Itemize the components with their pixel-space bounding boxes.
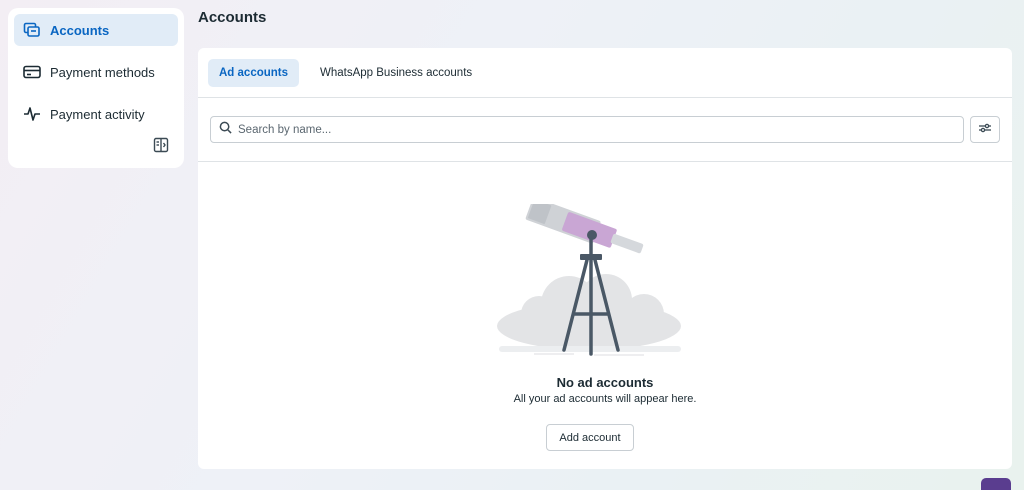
tab-ad-accounts[interactable]: Ad accounts [208,58,300,87]
tab-whatsapp-business-accounts[interactable]: WhatsApp Business accounts [309,59,483,87]
empty-state: No ad accounts All your ad accounts will… [198,162,1012,467]
sliders-icon [978,121,992,139]
sidebar-item-label: Payment activity [50,106,145,122]
sidebar-item-accounts[interactable]: Accounts [14,14,178,46]
search-icon [219,121,232,139]
add-account-button[interactable]: Add account [546,424,634,451]
sidebar-item-payment-activity[interactable]: Payment activity [14,98,178,130]
credit-card-icon [22,62,42,82]
collapse-sidebar-button[interactable] [152,137,170,158]
telescope-illustration [494,197,686,367]
sidebar-item-label: Payment methods [50,64,155,80]
sidebar-item-label: Accounts [50,22,110,38]
activity-pulse-icon [22,104,42,124]
sidebar-item-payment-methods[interactable]: Payment methods [14,56,178,88]
filter-button[interactable] [970,116,1000,143]
search-row [198,98,1012,162]
help-button[interactable] [981,478,1011,490]
empty-state-title: No ad accounts [556,375,654,390]
sidebar: Accounts Payment methods Payment activit… [8,8,184,168]
page-title: Accounts [198,9,267,26]
tab-bar: Ad accounts WhatsApp Business accounts [198,48,1012,98]
search-input[interactable] [238,123,955,136]
empty-state-subtitle: All your ad accounts will appear here. [513,393,697,405]
search-box[interactable] [210,116,964,143]
accounts-panel: Ad accounts WhatsApp Business accounts S… [198,48,1012,469]
collapse-sidebar-icon [153,137,169,158]
accounts-icon [22,20,42,40]
